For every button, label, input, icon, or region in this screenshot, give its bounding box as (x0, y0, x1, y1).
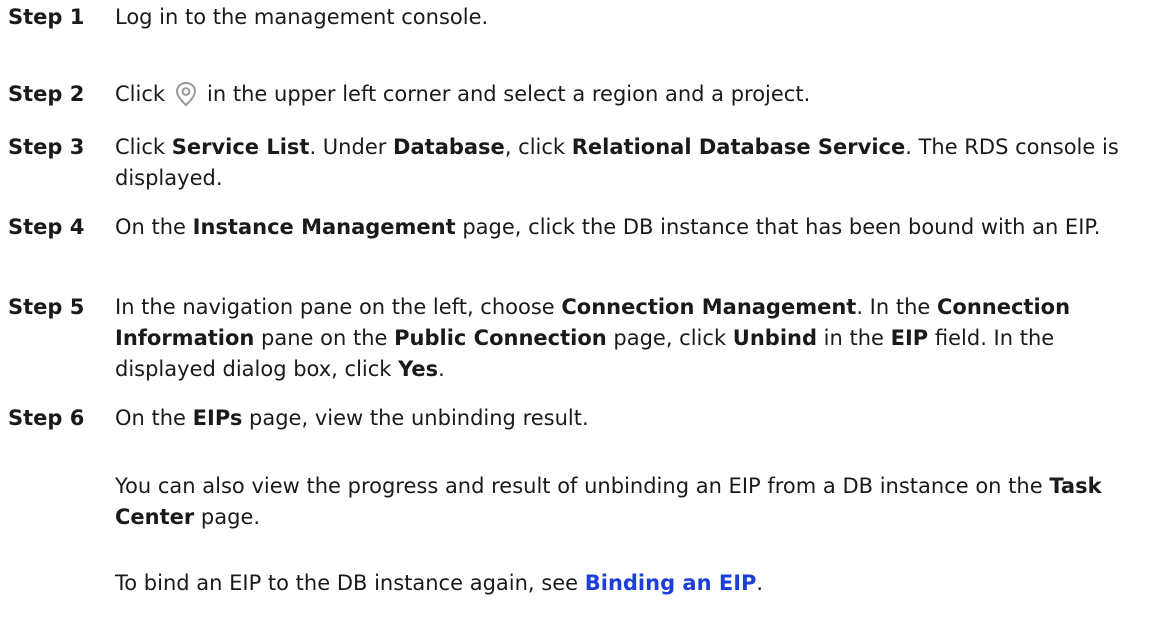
step-text: Click Service List. Under Database, clic… (115, 135, 1119, 190)
step-3: Step 3 Click Service List. Under Databas… (8, 132, 1148, 194)
step-label: Step 6 (8, 406, 85, 430)
step-text: On the EIPs page, view the unbinding res… (115, 406, 589, 430)
note-task-center: You can also view the progress and resul… (115, 474, 1102, 529)
step-label: Step 3 (8, 135, 85, 159)
location-pin-icon (169, 80, 203, 111)
step-text: On the Instance Management page, click t… (115, 215, 1101, 239)
step-label: Step 4 (8, 215, 85, 239)
step-6: Step 6 On the EIPs page, view the unbind… (8, 403, 1148, 434)
step-4: Step 4 On the Instance Management page, … (8, 212, 1148, 243)
step-label: Step 2 (8, 82, 85, 106)
step-text: In the navigation pane on the left, choo… (115, 295, 1071, 381)
binding-an-eip-link[interactable]: Binding an EIP (585, 571, 757, 595)
document-page: Step 1 Log in to the management console.… (0, 0, 1157, 620)
step-2: Step 2 Click in the upper left corner and… (8, 79, 1148, 111)
step-1: Step 1 Log in to the management console. (8, 2, 1148, 33)
step-5: Step 5 In the navigation pane on the lef… (8, 292, 1148, 385)
step-text: Click in the upper left corner and select… (115, 79, 1148, 111)
note-binding-link: To bind an EIP to the DB instance again,… (115, 571, 764, 595)
step-label: Step 1 (8, 5, 85, 29)
step-label: Step 5 (8, 295, 85, 319)
step-text: Log in to the management console. (115, 5, 489, 29)
